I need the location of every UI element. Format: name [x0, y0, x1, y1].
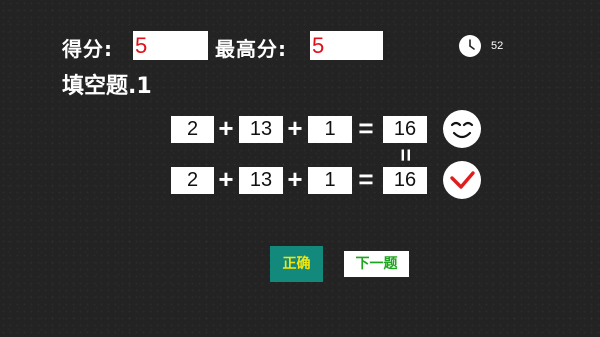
timer-seconds: 52 — [491, 40, 504, 52]
operand-b-1[interactable]: 13 — [239, 116, 283, 143]
operand-c-1[interactable]: 1 — [308, 116, 352, 143]
result-2[interactable]: 16 — [383, 167, 427, 194]
plus-sign-1b: + — [287, 113, 303, 143]
score-value: 5 — [133, 31, 208, 60]
equals-sign-2: = — [358, 164, 374, 194]
highscore-value: 5 — [310, 31, 383, 60]
correct-button[interactable]: 正确 — [270, 246, 323, 282]
operand-a-2[interactable]: 2 — [171, 167, 214, 194]
operand-c-2[interactable]: 1 — [308, 167, 352, 194]
plus-sign-2a: + — [218, 164, 234, 194]
vertical-equals: = — [393, 148, 418, 162]
highscore-label: 最高分: — [215, 37, 287, 61]
equals-sign-1: = — [358, 113, 374, 143]
operand-b-2[interactable]: 13 — [239, 167, 283, 194]
plus-sign-1a: + — [218, 113, 234, 143]
next-question-button[interactable]: 下一题 — [344, 251, 409, 277]
check-icon — [443, 161, 481, 199]
question-title: 填空题.1 — [62, 74, 152, 99]
clock-icon — [459, 35, 481, 57]
score-label: 得分: — [62, 37, 113, 61]
smile-icon — [443, 110, 481, 148]
result-1[interactable]: 16 — [383, 116, 427, 143]
plus-sign-2b: + — [287, 164, 303, 194]
operand-a-1[interactable]: 2 — [171, 116, 214, 143]
